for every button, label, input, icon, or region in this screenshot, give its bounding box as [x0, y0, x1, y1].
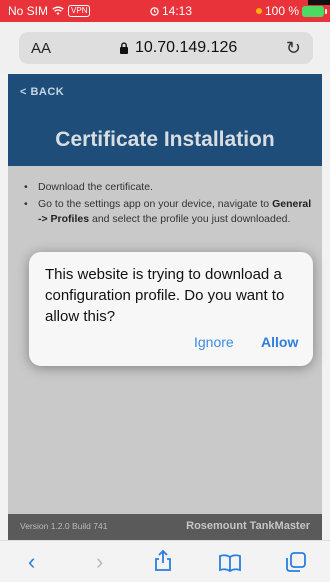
status-right: 100 %	[255, 4, 327, 18]
url-display[interactable]: 10.70.149.126	[119, 39, 237, 57]
browser-address-area: AA 10.70.149.126 ↻	[0, 22, 330, 74]
status-time: 14:13	[162, 4, 193, 18]
reload-icon[interactable]: ↻	[286, 38, 301, 59]
status-left: No SIM VPN	[8, 4, 91, 18]
share-icon[interactable]	[154, 549, 172, 578]
battery-percent: 100 %	[264, 4, 299, 18]
allow-button[interactable]: Allow	[261, 334, 298, 350]
bookmarks-icon[interactable]	[218, 552, 242, 578]
ignore-button[interactable]: Ignore	[194, 334, 234, 350]
tabs-icon[interactable]	[286, 552, 306, 578]
dialog-message: This website is trying to download a con…	[45, 266, 285, 325]
low-power-dot-icon	[255, 8, 262, 14]
carrier-label: No SIM	[8, 4, 49, 18]
browser-toolbar: ‹ ›	[0, 540, 330, 582]
status-center: 14:13	[150, 4, 192, 18]
download-profile-dialog: This website is trying to download a con…	[29, 252, 313, 366]
url-text: 10.70.149.126	[135, 39, 238, 56]
screen: No SIM VPN 14:13 100 % AA 10.70.149.126 …	[0, 0, 330, 582]
lock-icon	[120, 42, 128, 54]
alarm-icon	[150, 6, 159, 16]
text-size-button[interactable]: AA	[31, 40, 51, 57]
status-bar: No SIM VPN 14:13 100 %	[0, 0, 330, 22]
battery-icon	[302, 5, 327, 17]
forward-icon[interactable]: ›	[96, 549, 103, 575]
vpn-badge: VPN	[68, 5, 91, 17]
wifi-icon	[52, 6, 64, 15]
address-bar[interactable]: AA 10.70.149.126 ↻	[19, 32, 313, 64]
back-icon[interactable]: ‹	[28, 549, 35, 575]
